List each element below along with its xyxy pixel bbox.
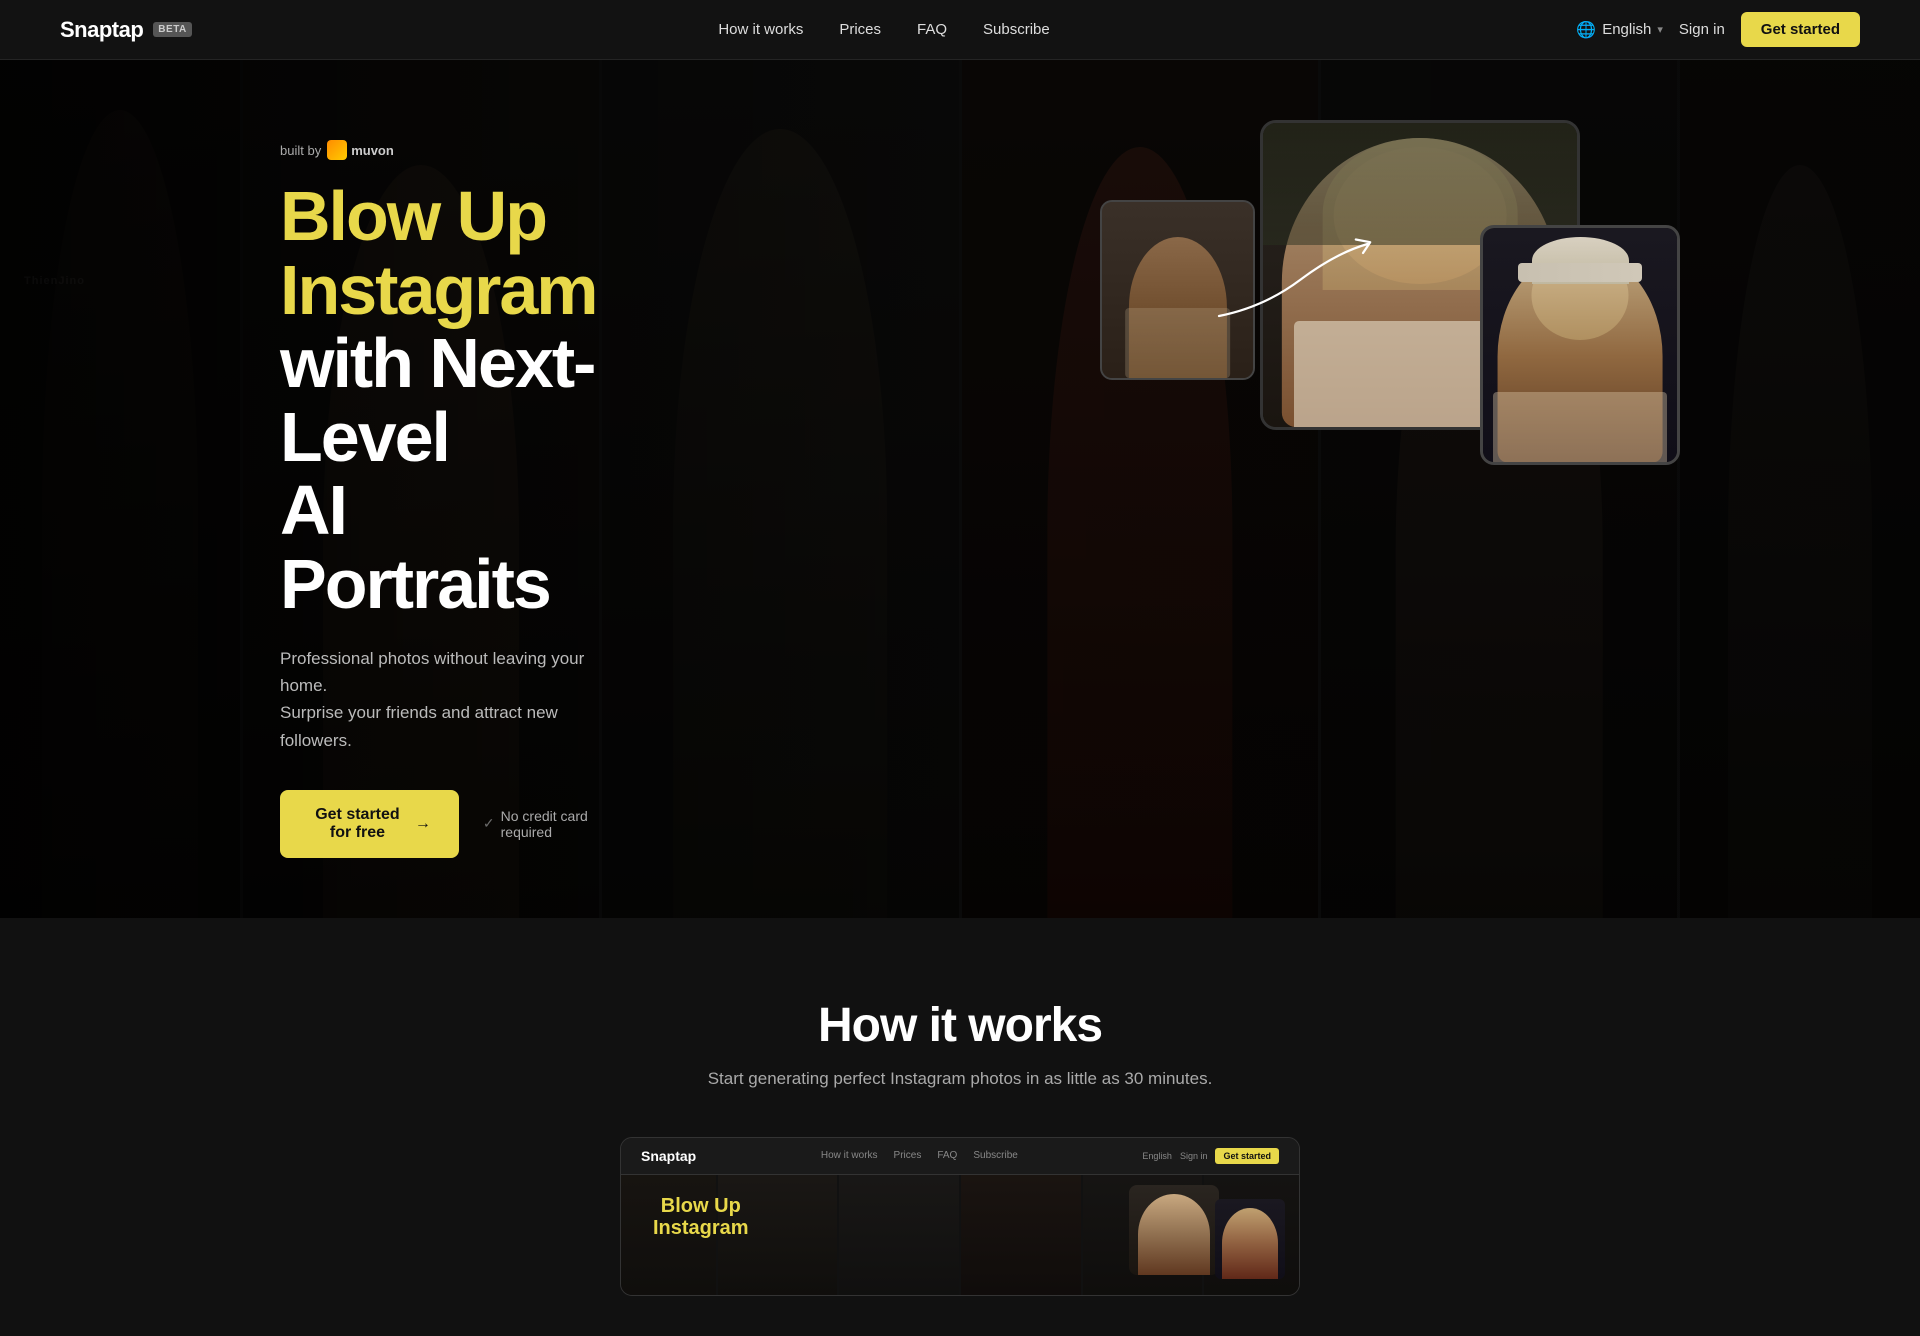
mini-lang: English — [1142, 1151, 1172, 1161]
arrow-icon: → — [415, 815, 431, 833]
built-by: built by muvon — [280, 140, 600, 160]
muvon-brand: muvon — [327, 140, 394, 160]
mini-sign-in: Sign in — [1180, 1151, 1208, 1161]
mini-headline-line2: Instagram — [653, 1217, 749, 1239]
hero-section: ThienJino — [0, 0, 1920, 918]
mini-nav-right: English Sign in Get started — [1142, 1148, 1279, 1164]
transformation-arrow — [1210, 225, 1390, 335]
language-label: English — [1602, 21, 1651, 38]
nav-how-it-works[interactable]: How it works — [718, 21, 803, 38]
headline-line4: AI Portraits — [280, 471, 550, 623]
how-it-works-section: How it works Start generating perfect In… — [0, 918, 1920, 1336]
mini-nav: Snaptap How it works Prices FAQ Subscrib… — [621, 1138, 1299, 1175]
headline-line2: Instagram — [280, 251, 597, 329]
built-by-text: built by — [280, 143, 321, 158]
muvon-icon — [327, 140, 347, 160]
headline-line3: with Next-Level — [280, 324, 594, 476]
logo[interactable]: Snaptap — [60, 17, 143, 43]
mini-get-started: Get started — [1215, 1148, 1279, 1164]
beta-badge: BETA — [153, 22, 191, 37]
mini-content: Blow Up Instagram — [637, 1187, 765, 1283]
mini-headline-line1: Blow Up — [653, 1195, 749, 1217]
mini-link-2: Prices — [894, 1150, 922, 1161]
hero-cta-button[interactable]: Get started for free → — [280, 790, 459, 858]
headline-line1: Blow Up — [280, 177, 546, 255]
nav-faq[interactable]: FAQ — [917, 21, 947, 38]
main-nav: Snaptap BETA How it works Prices FAQ Subs… — [0, 0, 1920, 60]
hero-subtext: Professional photos without leaving your… — [280, 645, 600, 754]
mini-logo: Snaptap — [641, 1148, 696, 1164]
nav-logo-area: Snaptap BETA — [60, 17, 192, 43]
hero-floating-images — [980, 60, 1680, 918]
mini-main-photo — [1129, 1185, 1219, 1275]
nav-prices[interactable]: Prices — [839, 21, 881, 38]
hero-actions: Get started for free → ✓ No credit card … — [280, 790, 600, 858]
how-it-works-preview: Snaptap How it works Prices FAQ Subscrib… — [620, 1137, 1300, 1296]
cta-label: Get started for free — [308, 806, 407, 842]
mini-link-4: Subscribe — [973, 1150, 1017, 1161]
mini-link-1: How it works — [821, 1150, 878, 1161]
language-selector[interactable]: 🌐 English ▾ — [1576, 20, 1663, 40]
hero-headline: Blow Up Instagram with Next-Level AI Por… — [280, 180, 600, 621]
chevron-down-icon: ▾ — [1657, 23, 1663, 36]
after-photo-secondary — [1480, 225, 1680, 465]
nav-subscribe[interactable]: Subscribe — [983, 21, 1050, 38]
nav-right: 🌐 English ▾ Sign in Get started — [1576, 12, 1860, 47]
get-started-nav-button[interactable]: Get started — [1741, 12, 1860, 47]
mini-link-3: FAQ — [937, 1150, 957, 1161]
how-it-works-subtitle: Start generating perfect Instagram photo… — [60, 1069, 1860, 1089]
hero-content: built by muvon Blow Up Instagram with Ne… — [0, 60, 660, 918]
mini-nav-links: How it works Prices FAQ Subscribe — [821, 1150, 1018, 1161]
check-icon: ✓ — [483, 815, 495, 832]
nav-links: How it works Prices FAQ Subscribe — [718, 21, 1049, 38]
no-credit-card-notice: ✓ No credit card required — [483, 808, 600, 840]
globe-icon: 🌐 — [1576, 20, 1596, 40]
mini-second-photo — [1215, 1199, 1285, 1279]
how-it-works-title: How it works — [60, 998, 1860, 1053]
hero-sub-line1: Professional photos without leaving your… — [280, 649, 584, 695]
no-cc-text: No credit card required — [501, 808, 600, 840]
muvon-label: muvon — [351, 143, 394, 158]
sign-in-button[interactable]: Sign in — [1679, 21, 1725, 38]
hero-sub-line2: Surprise your friends and attract new fo… — [280, 703, 558, 749]
mini-hero: Blow Up Instagram — [621, 1175, 1299, 1295]
